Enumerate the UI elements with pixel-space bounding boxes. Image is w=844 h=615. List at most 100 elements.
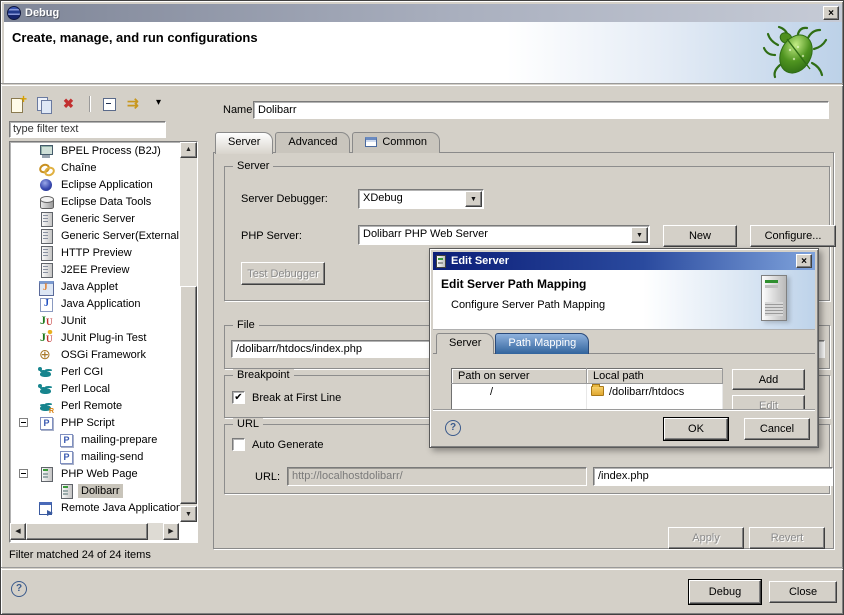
scroll-right-icon[interactable]: ▶ <box>163 523 179 540</box>
tree-item-generic-server[interactable]: Generic Server <box>10 210 197 227</box>
php-server-select[interactable]: Dolibarr PHP Web Server ▼ <box>358 225 650 245</box>
help-icon[interactable]: ? <box>11 581 27 597</box>
dialog-tab-path-mapping[interactable]: Path Mapping <box>495 333 589 354</box>
tree-item-php-script[interactable]: PHP Script <box>10 414 197 431</box>
name-label: Name: <box>223 104 255 116</box>
delete-icon[interactable] <box>61 95 79 113</box>
mapping-row[interactable]: //dolibarr/htdocs <box>452 384 723 400</box>
tree-item-bpel-process-b2j[interactable]: BPEL Process (B2J) <box>10 142 197 159</box>
column-header-local-path[interactable]: Local path <box>587 369 723 384</box>
edit-mapping-button[interactable]: Edit <box>732 395 805 409</box>
tree-item-label: Chaîne <box>58 161 99 175</box>
tab-common[interactable]: Common <box>352 132 440 153</box>
revert-button[interactable]: Revert <box>749 527 825 549</box>
tree-item-j2ee-preview[interactable]: J2EE Preview <box>10 261 197 278</box>
php-icon <box>58 432 74 448</box>
tree-item-label: Perl CGI <box>58 365 106 379</box>
close-icon[interactable]: × <box>823 6 839 20</box>
test-debugger-button[interactable]: Test Debugger <box>241 262 325 285</box>
tree-item-eclipse-application[interactable]: Eclipse Application <box>10 176 197 193</box>
window-title: Debug <box>25 7 59 19</box>
php-server-label: PHP Server: <box>241 230 302 242</box>
tree-item-http-preview[interactable]: HTTP Preview <box>10 244 197 261</box>
local-path-cell[interactable]: /dolibarr/htdocs <box>587 384 723 400</box>
tree-item-osgi-framework[interactable]: OSGi Framework <box>10 346 197 363</box>
tree-item-perl-local[interactable]: Perl Local <box>10 380 197 397</box>
tree-horizontal-scrollbar[interactable]: ◀ ▶ <box>10 523 179 540</box>
scroll-up-icon[interactable]: ▲ <box>180 142 197 158</box>
tree-item-label: Eclipse Application <box>58 178 156 192</box>
configure-server-button[interactable]: Configure... <box>750 225 836 247</box>
url-path-input[interactable]: /index.php <box>593 467 833 486</box>
dialog-header: Edit Server Path Mapping Configure Serve… <box>433 270 815 330</box>
tree-item-java-applet[interactable]: Java Applet <box>10 278 197 295</box>
tree-item-junit[interactable]: JUnit <box>10 312 197 329</box>
tree-item-mailing-send[interactable]: mailing-send <box>10 448 197 465</box>
close-button[interactable]: Close <box>769 581 837 603</box>
collapse-expander-icon[interactable] <box>19 418 28 427</box>
server-debugger-select[interactable]: XDebug ▼ <box>358 189 484 209</box>
path-mapping-table[interactable]: Path on serverLocal path //dolibarr/htdo… <box>451 368 723 409</box>
tree-item-label: Perl Remote <box>58 399 125 413</box>
tree-item-eclipse-data-tools[interactable]: Eclipse Data Tools <box>10 193 197 210</box>
path-on-server-cell[interactable]: / <box>452 384 587 400</box>
url-group-title: URL <box>233 418 263 430</box>
duplicate-icon[interactable] <box>35 95 53 113</box>
auto-generate-checkbox[interactable] <box>232 438 245 451</box>
tree-item-java-application[interactable]: Java Application <box>10 295 197 312</box>
tree-vertical-scrollbar[interactable]: ▲ ▼ <box>180 142 197 522</box>
tree-item-junit-plug-in-test[interactable]: JUnit Plug-in Test <box>10 329 197 346</box>
folder-icon <box>591 386 604 396</box>
ok-button[interactable]: OK <box>664 418 728 440</box>
remote-java-icon <box>38 500 54 516</box>
tab-advanced[interactable]: Advanced <box>275 132 350 153</box>
tree-item-dolibarr[interactable]: Dolibarr <box>10 482 197 499</box>
chevron-down-icon[interactable]: ▼ <box>631 227 648 243</box>
tree-item-remote-java-application[interactable]: Remote Java Application <box>10 499 197 516</box>
new-server-button[interactable]: New <box>663 225 737 247</box>
dialog-close-icon[interactable]: × <box>796 254 812 268</box>
php-icon <box>58 449 74 465</box>
menu-dropdown-icon[interactable] <box>152 95 170 113</box>
filter-icon[interactable] <box>126 95 144 113</box>
header-band: Create, manage, and run configurations <box>4 22 842 83</box>
scroll-down-icon[interactable]: ▼ <box>180 506 197 522</box>
tree-item-label: OSGi Framework <box>58 348 149 362</box>
tree-toolbar <box>9 93 170 115</box>
add-mapping-button[interactable]: Add <box>732 369 805 390</box>
tab-server[interactable]: Server <box>215 132 273 154</box>
new-config-icon[interactable] <box>9 95 27 113</box>
eclipse-app-icon <box>7 6 21 20</box>
filter-input[interactable]: type filter text <box>9 121 166 138</box>
configurations-tree[interactable]: BPEL Process (B2J) Chaîne Eclipse Applicat… <box>9 141 198 543</box>
debug-configurations-window: Debug × Create, manage, and run configur… <box>0 0 844 615</box>
collapse-expander-icon[interactable] <box>19 469 28 478</box>
column-header-path-on-server[interactable]: Path on server <box>452 369 587 384</box>
cancel-button[interactable]: Cancel <box>744 418 810 440</box>
tree-item-mailing-prepare[interactable]: mailing-prepare <box>10 431 197 448</box>
window-titlebar[interactable]: Debug × <box>4 4 842 22</box>
junit-plugin-icon <box>38 330 54 346</box>
php-web-icon <box>58 483 74 499</box>
apply-button[interactable]: Apply <box>668 527 744 549</box>
java-applet-icon <box>38 279 54 295</box>
chevron-down-icon[interactable]: ▼ <box>465 191 482 207</box>
tree-item-generic-server-external-la[interactable]: Generic Server(External La <box>10 227 197 244</box>
server-tower-icon <box>761 275 787 321</box>
name-input[interactable]: Dolibarr <box>253 101 829 119</box>
dialog-help-icon[interactable]: ? <box>445 420 461 436</box>
collapse-all-icon[interactable] <box>100 95 118 113</box>
tree-item-perl-cgi[interactable]: Perl CGI <box>10 363 197 380</box>
osgi-icon <box>38 347 54 363</box>
scroll-left-icon[interactable]: ◀ <box>10 523 26 540</box>
horizontal-scroll-thumb[interactable] <box>26 523 148 540</box>
tree-item-perl-remote[interactable]: Perl Remote <box>10 397 197 414</box>
dialog-titlebar[interactable]: Edit Server × <box>433 252 815 270</box>
tree-item-php-web-page[interactable]: PHP Web Page <box>10 465 197 482</box>
tree-item-cha-ne[interactable]: Chaîne <box>10 159 197 176</box>
break-first-line-checkbox[interactable] <box>232 391 245 404</box>
dialog-tab-server[interactable]: Server <box>436 333 494 354</box>
debug-button[interactable]: Debug <box>689 580 761 604</box>
tree-item-label: mailing-send <box>78 450 146 464</box>
vertical-scroll-thumb[interactable] <box>180 286 197 504</box>
